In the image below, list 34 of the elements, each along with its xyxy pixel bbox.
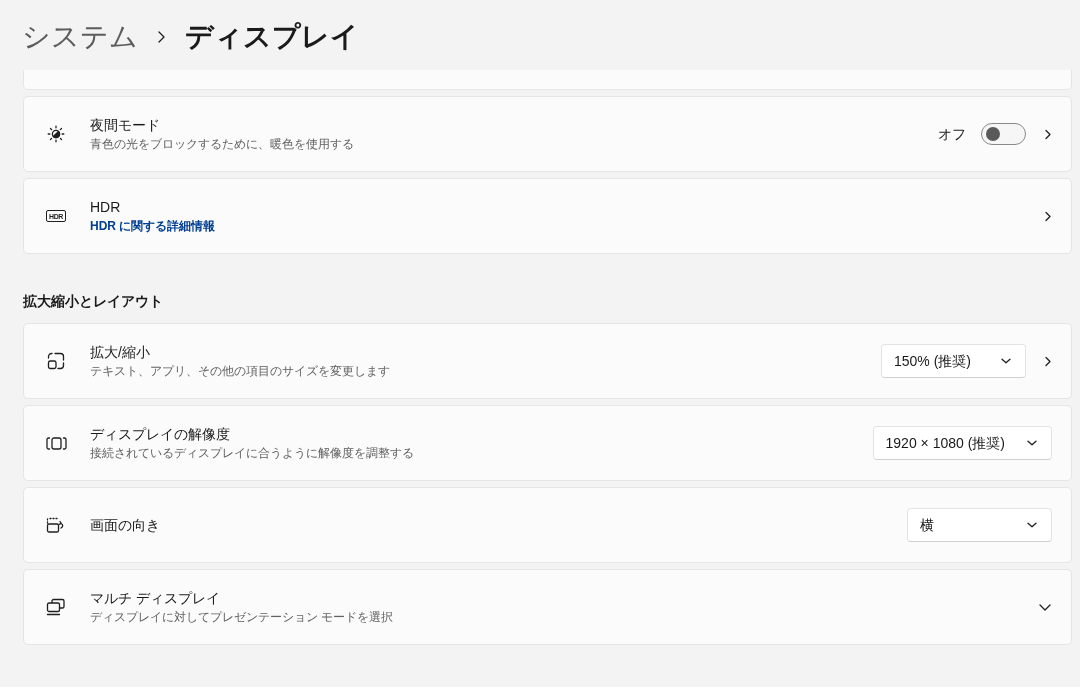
details-link[interactable]: HDR に関する詳細情報 xyxy=(90,218,216,234)
chevron-right-icon xyxy=(1045,355,1051,367)
dropdown[interactable]: 150% (推奨) xyxy=(881,344,1026,378)
chevron-down-icon xyxy=(1027,440,1037,446)
setting-row[interactable]: 夜間モード 青色の光をブロックするために、暖色を使用する オフ xyxy=(23,96,1072,172)
toggle-state-label: オフ xyxy=(938,124,966,144)
chevron-down-icon xyxy=(1027,522,1037,528)
section-heading: 拡大縮小とレイアウト xyxy=(23,292,163,311)
chevron-down-icon xyxy=(1001,358,1011,364)
chevron-right-icon xyxy=(1045,128,1051,140)
setting-title: HDR xyxy=(90,198,122,217)
setting-row[interactable]: マルチ ディスプレイ ディスプレイに対してプレゼンテーション モードを選択 xyxy=(23,569,1072,645)
chevron-right-icon xyxy=(158,31,165,43)
monitors-icon xyxy=(46,598,66,616)
dropdown[interactable]: 1920 × 1080 (推奨) xyxy=(872,426,1052,460)
setting-description: 接続されているディスプレイに合うように解像度を調整する xyxy=(90,445,414,461)
chevron-right-icon xyxy=(1045,210,1051,222)
rotate-screen-icon xyxy=(46,516,66,534)
page-title: ディスプレイ xyxy=(185,20,359,54)
screen-frame-icon xyxy=(45,435,67,451)
setting-title: 拡大/縮小 xyxy=(90,343,151,362)
dropdown[interactable]: 横 xyxy=(907,508,1052,542)
setting-title: 画面の向き xyxy=(90,515,160,535)
setting-description: 青色の光をブロックするために、暖色を使用する xyxy=(90,136,354,152)
resize-icon xyxy=(47,352,65,370)
setting-title: マルチ ディスプレイ xyxy=(90,589,221,608)
setting-row[interactable]: 拡大/縮小 テキスト、アプリ、その他の項目のサイズを変更します 150% (推奨) xyxy=(23,323,1072,399)
sun-icon xyxy=(47,125,65,143)
breadcrumb-link[interactable]: システム xyxy=(22,19,138,55)
setting-description: テキスト、アプリ、その他の項目のサイズを変更します xyxy=(90,363,390,379)
toggle-switch[interactable] xyxy=(981,123,1026,145)
setting-description: ディスプレイに対してプレゼンテーション モードを選択 xyxy=(90,609,394,625)
setting-title: 夜間モード xyxy=(90,116,161,135)
setting-title: ディスプレイの解像度 xyxy=(90,425,231,444)
